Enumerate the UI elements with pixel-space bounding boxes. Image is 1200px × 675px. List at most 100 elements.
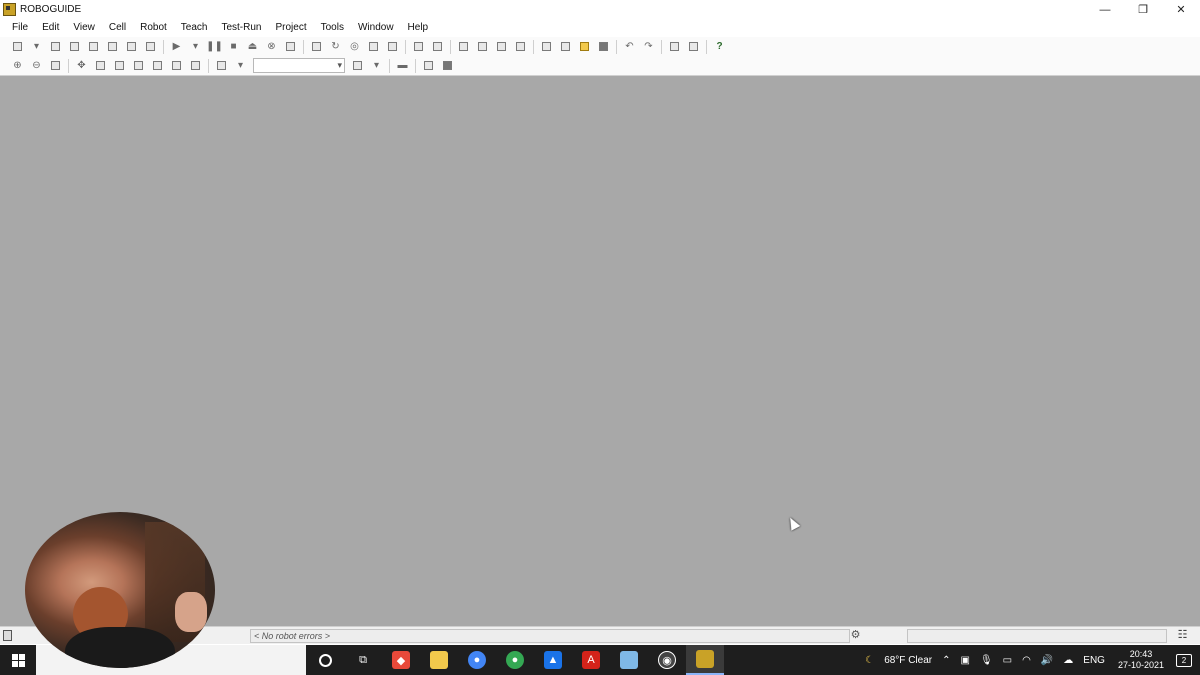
online-icon[interactable] [494, 39, 509, 54]
roboguide-taskbar-icon [696, 650, 714, 668]
zoom-window-icon[interactable] [48, 58, 63, 73]
target-rotate-icon[interactable] [150, 58, 165, 73]
microphone-icon[interactable]: 🎙 [980, 655, 993, 666]
export-icon[interactable] [411, 39, 426, 54]
fixture-icon[interactable] [67, 39, 82, 54]
start-button[interactable] [0, 645, 36, 675]
moon-icon[interactable]: ☾ [865, 655, 874, 666]
jog-icon[interactable] [112, 58, 127, 73]
cell-browser-status-icon[interactable]: ☷ [1176, 629, 1189, 642]
taskbar-app-anydesk[interactable]: ◆ [382, 645, 420, 675]
teach-tool-dropdown-icon[interactable]: ▾ [369, 58, 384, 73]
teach-pendant-icon[interactable] [283, 39, 298, 54]
person-icon[interactable] [143, 39, 158, 54]
toolbar-separator [415, 58, 416, 73]
move-icon[interactable]: ✥ [74, 58, 89, 73]
system-tray: ☾ 68°F Clear ⌃ ▣ 🎙 ▭ ◠ 🔊 ☁ ENG 20:43 27-… [860, 645, 1200, 675]
robot-select-dropdown[interactable] [253, 58, 345, 73]
menu-window[interactable]: Window [351, 19, 401, 36]
task-view-button[interactable]: ⧉ [344, 645, 382, 675]
taskbar-app-acrobat[interactable]: A [572, 645, 610, 675]
menu-test-run[interactable]: Test-Run [214, 19, 268, 36]
path-icon[interactable] [475, 39, 490, 54]
menu-view[interactable]: View [66, 19, 102, 36]
target-icon[interactable]: ◎ [347, 39, 362, 54]
taskbar-app-obs[interactable]: ◉ [648, 645, 686, 675]
restore-button[interactable]: ❐ [1124, 0, 1162, 19]
taskbar-app-remote-desktop[interactable] [610, 645, 648, 675]
close-button[interactable]: ✕ [1162, 0, 1200, 19]
cortana-button[interactable] [306, 645, 344, 675]
robot-add-icon[interactable] [124, 39, 139, 54]
chart-icon[interactable] [686, 39, 701, 54]
taskbar-app-file-explorer[interactable] [420, 645, 458, 675]
refresh-icon[interactable]: ↻ [328, 39, 343, 54]
grid-icon[interactable] [539, 39, 554, 54]
taskbar-app-chrome[interactable]: ● [458, 645, 496, 675]
help-icon[interactable]: ? [712, 39, 727, 54]
window-title: ROBOGUIDE [20, 4, 82, 15]
ruler-icon[interactable]: ▬ [395, 58, 410, 73]
measure-icon[interactable] [93, 58, 108, 73]
eject-icon[interactable]: ⏏ [245, 39, 260, 54]
dropdown-arrow-icon[interactable]: ▾ [29, 39, 44, 54]
menu-cell[interactable]: Cell [102, 19, 133, 36]
volume-icon[interactable]: 🔊 [1041, 655, 1053, 666]
tool-icon[interactable] [48, 39, 63, 54]
menu-file[interactable]: File [5, 19, 35, 36]
save-icon[interactable] [596, 39, 611, 54]
cancel-icon[interactable]: ⊗ [264, 39, 279, 54]
clock[interactable]: 20:43 27-10-2021 [1118, 649, 1164, 671]
play-icon[interactable]: ▶ [169, 39, 184, 54]
meet-icon[interactable]: ▣ [960, 655, 969, 666]
menu-robot[interactable]: Robot [133, 19, 174, 36]
play-dropdown-icon[interactable]: ▾ [188, 39, 203, 54]
zoom-out-icon[interactable]: ⊖ [29, 58, 44, 73]
undo-icon[interactable]: ↶ [622, 39, 637, 54]
menu-help[interactable]: Help [401, 19, 436, 36]
new-document-icon[interactable] [558, 39, 573, 54]
target-move-icon[interactable] [131, 58, 146, 73]
mouse-icon[interactable] [421, 58, 436, 73]
document-status-icon[interactable] [3, 630, 12, 641]
camera-icon[interactable] [440, 58, 455, 73]
teach-tool-icon[interactable] [350, 58, 365, 73]
redo-icon[interactable]: ↷ [641, 39, 656, 54]
io-icon[interactable] [456, 39, 471, 54]
open-folder-icon[interactable] [577, 39, 592, 54]
probe-icon[interactable] [169, 58, 184, 73]
user-icon[interactable] [385, 39, 400, 54]
weather-text[interactable]: 68°F Clear [884, 655, 932, 666]
upload-icon[interactable] [430, 39, 445, 54]
language-indicator[interactable]: ENG [1083, 655, 1105, 666]
robot-view-icon[interactable] [214, 58, 229, 73]
part-icon[interactable] [86, 39, 101, 54]
menu-edit[interactable]: Edit [35, 19, 66, 36]
taskbar-app-roboguide[interactable] [686, 645, 724, 675]
notifications-icon[interactable]: 2 [1176, 653, 1192, 667]
taskbar-app-chrome-profile[interactable]: ● [496, 645, 534, 675]
taskbar-app-maps[interactable]: ▲ [534, 645, 572, 675]
minimize-button[interactable]: — [1086, 0, 1124, 19]
cycle-time-icon[interactable] [309, 39, 324, 54]
chevron-up-icon[interactable]: ⌃ [942, 655, 950, 666]
wifi-icon[interactable]: ◠ [1022, 655, 1031, 666]
onedrive-cloud-icon[interactable]: ☁ [1063, 655, 1073, 666]
new-cell-icon[interactable] [10, 39, 25, 54]
battery-icon[interactable]: ▭ [1003, 655, 1012, 666]
menu-tools[interactable]: Tools [314, 19, 351, 36]
remote-desktop-icon [620, 651, 638, 669]
network-icon[interactable] [513, 39, 528, 54]
robot-status-icon[interactable]: ⚙ [849, 629, 862, 642]
stop-icon[interactable]: ■ [226, 39, 241, 54]
cell-browser-icon[interactable] [667, 39, 682, 54]
toolbar-separator [706, 39, 707, 54]
paint-icon[interactable] [366, 39, 381, 54]
robot-dropdown-icon[interactable]: ▾ [233, 58, 248, 73]
menu-project[interactable]: Project [268, 19, 313, 36]
obstacle-icon[interactable] [105, 39, 120, 54]
pause-icon[interactable]: ❚❚ [206, 39, 223, 54]
zoom-in-icon[interactable]: ⊕ [10, 58, 25, 73]
menu-teach[interactable]: Teach [174, 19, 215, 36]
wrench-icon[interactable] [188, 58, 203, 73]
